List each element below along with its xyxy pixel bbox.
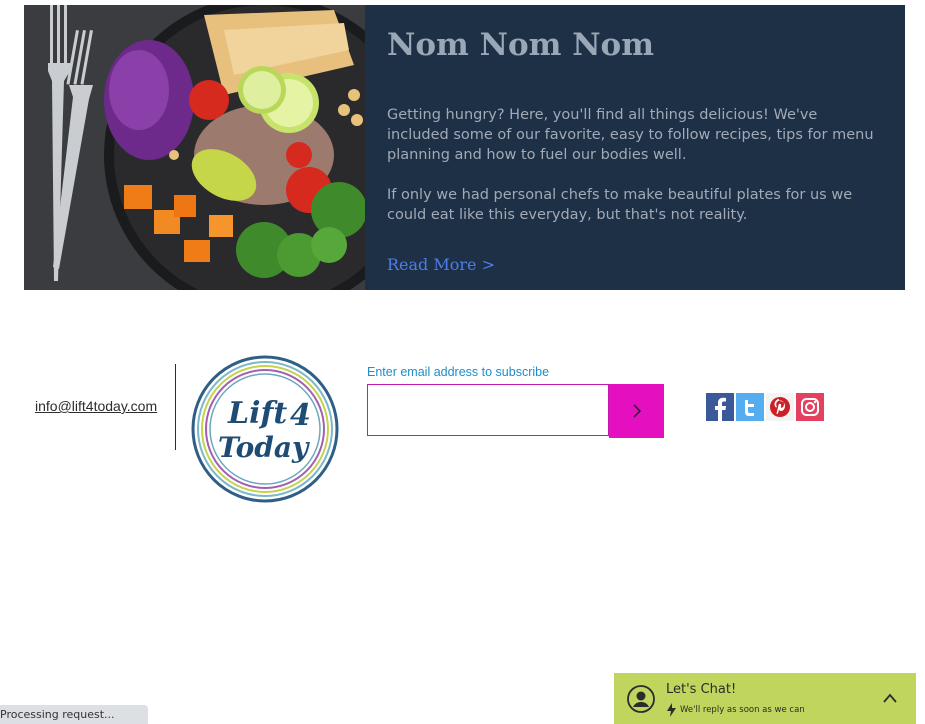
- lightning-icon: [667, 703, 676, 717]
- subscribe-submit-button[interactable]: [609, 384, 664, 438]
- post-title[interactable]: Nom Nom Nom: [387, 27, 654, 63]
- post-excerpt-2: If only we had personal chefs to make be…: [387, 187, 853, 223]
- subscribe-label: Enter email address to subscribe: [367, 365, 550, 379]
- hero-text-panel: Nom Nom Nom Getting hungry? Here, you'll…: [365, 5, 905, 290]
- lift4today-logo[interactable]: Lift 4 Today: [188, 355, 342, 503]
- footer-divider: [175, 364, 176, 450]
- facebook-icon[interactable]: [706, 393, 734, 421]
- chat-widget[interactable]: Let's Chat! We'll reply as soon as we ca…: [614, 673, 916, 724]
- chevron-up-icon[interactable]: [882, 691, 898, 705]
- svg-text:4: 4: [290, 398, 311, 433]
- chevron-right-icon: [632, 404, 641, 418]
- contact-email-link[interactable]: info@lift4today.com: [35, 398, 157, 414]
- blog-hero: Nom Nom Nom Getting hungry? Here, you'll…: [24, 5, 905, 290]
- read-more-link[interactable]: Read More >: [387, 255, 495, 274]
- chat-title: Let's Chat!: [666, 682, 737, 697]
- status-bar: Processing request...: [0, 705, 148, 724]
- twitter-icon[interactable]: [736, 393, 764, 421]
- chat-subtitle: We'll reply as soon as we can: [680, 705, 805, 715]
- user-avatar-icon: [627, 685, 655, 713]
- post-excerpt-1: Getting hungry? Here, you'll find all th…: [387, 107, 874, 163]
- instagram-icon[interactable]: [796, 393, 824, 421]
- svg-text:Lift: Lift: [227, 396, 287, 431]
- social-bar: [706, 393, 824, 421]
- svg-text:Today: Today: [218, 431, 310, 464]
- pinterest-icon[interactable]: [766, 393, 794, 421]
- food-bowl-image: [24, 5, 365, 290]
- subscribe-email-input[interactable]: [367, 384, 609, 436]
